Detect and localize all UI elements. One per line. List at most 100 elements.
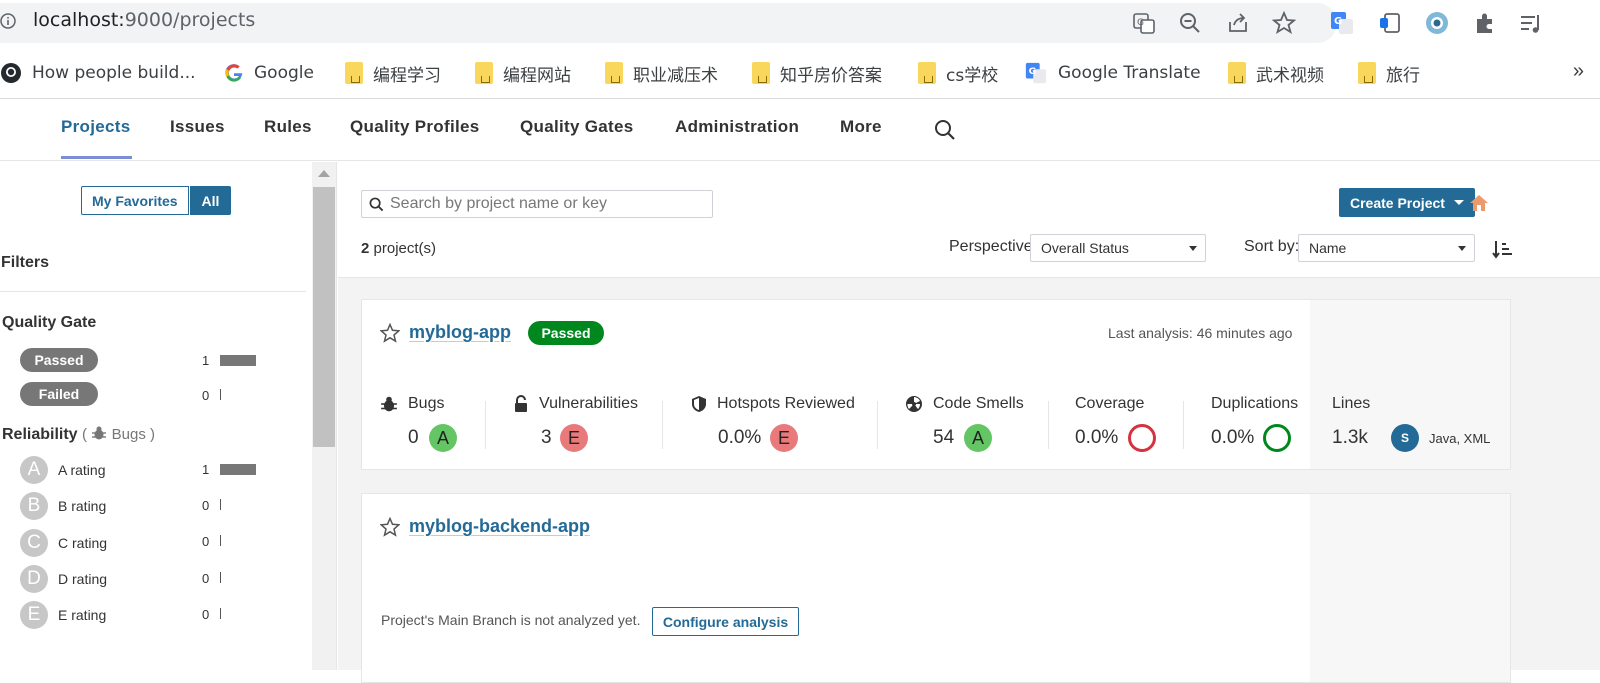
project-name-link[interactable]: myblog-backend-app: [409, 516, 590, 537]
nav-administration[interactable]: Administration: [675, 117, 799, 137]
facet-d-rating[interactable]: D D rating: [20, 564, 107, 594]
configure-analysis-button[interactable]: Configure analysis: [652, 607, 799, 636]
scroll-up-arrow-icon[interactable]: [318, 170, 330, 177]
bookmark-folder-6[interactable]: 武术视频: [1228, 59, 1324, 87]
reliability-facet-title: Reliability ( Bugs ): [2, 426, 156, 443]
facet-failed[interactable]: Failed: [20, 382, 98, 406]
bookmarks-bar: How people build... Google 编程学习 编程网站 职业减…: [0, 50, 1600, 96]
facet-c-rating[interactable]: C C rating: [20, 528, 107, 558]
metric-bugs[interactable]: Bugs: [380, 395, 444, 413]
search-icon: [369, 197, 384, 212]
extension-eye-icon[interactable]: [1424, 10, 1450, 36]
bookmark-folder-7[interactable]: 旅行: [1358, 59, 1420, 87]
nav-rules[interactable]: Rules: [264, 117, 312, 137]
search-icon[interactable]: [934, 119, 956, 141]
project-card: myblog-app Passed Last analysis: 46 minu…: [361, 299, 1511, 470]
facet-passed[interactable]: Passed: [20, 348, 98, 372]
code-smell-icon: [906, 396, 922, 412]
facet-bar: [220, 608, 221, 619]
rating-badge[interactable]: E: [560, 424, 588, 452]
favorite-star-icon[interactable]: [380, 517, 400, 537]
info-icon[interactable]: [0, 13, 16, 29]
metric-coverage-value[interactable]: 0.0%: [1075, 427, 1118, 449]
my-favorites-button[interactable]: My Favorites: [81, 186, 189, 215]
google-translate-extension-icon[interactable]: G: [1329, 10, 1355, 36]
rating-badge[interactable]: A: [429, 424, 457, 452]
coverage-donut-icon[interactable]: [1128, 424, 1156, 452]
metric-vulnerabilities-value[interactable]: 3: [541, 427, 552, 449]
sort-ascending-icon[interactable]: [1492, 238, 1514, 260]
rating-badge[interactable]: E: [770, 424, 798, 452]
metric-duplications-value[interactable]: 0.0%: [1211, 427, 1254, 449]
metric-bugs-value[interactable]: 0: [408, 427, 419, 449]
bookmark-star-icon[interactable]: [1271, 10, 1297, 36]
translate-page-icon[interactable]: G: [1131, 10, 1157, 36]
facet-bar: [220, 355, 256, 366]
sort-label: Sort by:: [1244, 238, 1300, 255]
shield-icon: [692, 396, 706, 412]
facet-count: 0: [202, 498, 210, 513]
nav-projects[interactable]: Projects: [61, 117, 131, 137]
metric-duplications[interactable]: Duplications: [1211, 395, 1298, 413]
facet-count: 0: [202, 571, 210, 586]
bookmark-folder-5[interactable]: cs学校: [918, 59, 998, 87]
nav-quality-gates[interactable]: Quality Gates: [520, 117, 634, 137]
bookmark-google-translate[interactable]: G Google Translate: [1024, 59, 1201, 87]
share-icon[interactable]: [1225, 10, 1251, 36]
extension-clipboard-icon[interactable]: [1377, 10, 1403, 36]
lines-panel: [1310, 494, 1510, 682]
rating-circle: D: [20, 565, 48, 593]
extensions-puzzle-icon[interactable]: [1472, 10, 1498, 36]
metric-hotspots[interactable]: Hotspots Reviewed: [691, 395, 855, 413]
perspective-label: Perspective:: [949, 238, 1038, 255]
facet-count: 1: [202, 353, 210, 368]
facet-b-rating[interactable]: B B rating: [20, 491, 106, 521]
project-search: [361, 190, 713, 218]
reading-list-icon[interactable]: [1518, 10, 1544, 36]
create-project-button[interactable]: Create Project: [1339, 188, 1475, 217]
nav-more[interactable]: More: [840, 117, 882, 137]
all-projects-button[interactable]: All: [190, 186, 231, 215]
nav-quality-profiles[interactable]: Quality Profiles: [350, 117, 480, 137]
bookmark-github[interactable]: How people build...: [0, 59, 196, 87]
bug-icon: [381, 396, 397, 412]
zoom-out-icon[interactable]: [1177, 10, 1203, 36]
more-bookmarks-chevron-icon[interactable]: »: [1573, 60, 1584, 83]
metric-code-smells[interactable]: Code Smells: [905, 395, 1024, 413]
bookmark-google[interactable]: Google: [224, 59, 314, 87]
facet-e-rating[interactable]: E E rating: [20, 600, 106, 630]
facet-a-rating[interactable]: A A rating: [20, 455, 105, 485]
project-name-link[interactable]: myblog-app: [409, 322, 511, 343]
metric-hotspots-value[interactable]: 0.0%: [718, 427, 761, 449]
sidebar-scroll-thumb[interactable]: [313, 187, 335, 447]
rating-badge[interactable]: A: [964, 424, 992, 452]
folder-icon: [918, 62, 936, 84]
duplications-donut-icon[interactable]: [1263, 424, 1291, 452]
metric-code-smells-value[interactable]: 54: [933, 427, 954, 449]
divider: [1048, 401, 1049, 449]
google-icon: [225, 64, 243, 82]
metric-coverage[interactable]: Coverage: [1075, 395, 1144, 413]
facet-bar: [220, 535, 221, 546]
facet-bar: [220, 389, 221, 400]
bookmark-folder-3[interactable]: 职业减压术: [605, 59, 718, 87]
projects-main: Create Project 2 project(s) Perspective:…: [338, 162, 1600, 683]
folder-icon: [475, 62, 493, 84]
favorite-star-icon[interactable]: [380, 323, 400, 343]
perspective-select[interactable]: Overall Status: [1030, 234, 1206, 262]
sort-select[interactable]: Name: [1298, 234, 1475, 262]
rating-circle: A: [20, 456, 48, 484]
facet-count: 0: [202, 607, 210, 622]
bug-icon: [92, 426, 107, 440]
project-search-input[interactable]: [390, 193, 708, 215]
rating-circle: B: [20, 492, 48, 520]
bookmark-folder-4[interactable]: 知乎房价答案: [752, 59, 882, 87]
projects-toolbar: Create Project 2 project(s) Perspective:…: [338, 162, 1600, 278]
bookmark-folder-1[interactable]: 编程学习: [345, 59, 441, 87]
url-text[interactable]: localhost:9000/projects: [33, 9, 255, 31]
home-icon[interactable]: [1468, 192, 1490, 214]
metric-vulnerabilities[interactable]: Vulnerabilities: [513, 395, 638, 413]
filters-title: Filters: [1, 254, 50, 271]
bookmark-folder-2[interactable]: 编程网站: [475, 59, 571, 87]
nav-issues[interactable]: Issues: [170, 117, 225, 137]
